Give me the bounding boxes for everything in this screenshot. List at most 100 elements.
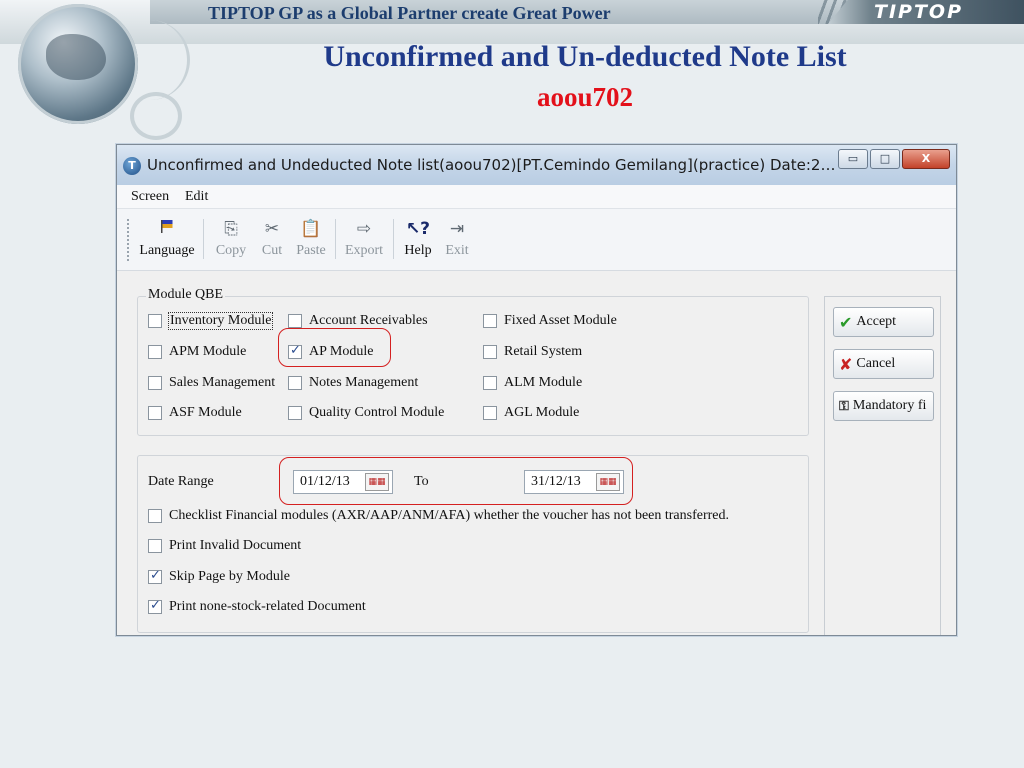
exit-door-icon: ⇥ <box>449 219 465 239</box>
cut-button[interactable]: ✂ Cut <box>257 217 287 259</box>
chk-checklist-financial-modules[interactable]: Checklist Financial modules (AXR/AAP/ANM… <box>148 508 729 524</box>
app-logo-icon: T <box>123 157 141 175</box>
minimize-button[interactable]: ▭ <box>838 149 868 169</box>
checkbox-label: Quality Control Module <box>309 405 445 420</box>
chk-quality-control-module[interactable]: Quality Control Module <box>288 405 444 421</box>
paste-label: Paste <box>296 243 326 258</box>
toolbar-grip[interactable] <box>127 219 130 261</box>
checkbox[interactable] <box>148 406 162 420</box>
copy-icon: ⎘ <box>224 219 238 239</box>
export-button[interactable]: ⇨ Export <box>341 217 387 259</box>
checkbox[interactable] <box>288 376 302 390</box>
form-content: Module QBE Inventory Module Account Rece… <box>117 272 956 635</box>
chk-asf-module[interactable]: ASF Module <box>148 405 242 421</box>
checkbox-checked[interactable] <box>148 598 162 614</box>
date-range-label: Date Range <box>148 474 214 489</box>
checkbox[interactable] <box>148 509 162 523</box>
help-pointer-icon: ↖? <box>405 219 431 239</box>
chk-print-none-stock-related-document[interactable]: Print none-stock-related Document <box>148 598 366 615</box>
checkbox[interactable] <box>148 539 162 553</box>
accept-button[interactable]: ✔ Accept <box>833 307 934 337</box>
accept-label: Accept <box>856 314 897 329</box>
highlight-date-range <box>279 457 633 505</box>
menu-screen[interactable]: Screen <box>131 189 169 205</box>
chk-apm-module[interactable]: APM Module <box>148 344 246 360</box>
window-caption-buttons: ▭ □ X <box>838 149 950 169</box>
chk-print-invalid-document[interactable]: Print Invalid Document <box>148 538 301 554</box>
checkbox[interactable] <box>148 345 162 359</box>
menu-bar: Screen Edit <box>117 185 956 209</box>
tiptop-logo: TIPTOP <box>874 1 963 23</box>
checkbox[interactable] <box>483 345 497 359</box>
paste-button[interactable]: 📋 Paste <box>293 217 329 259</box>
clipboard-icon: 📋 <box>300 219 322 239</box>
highlight-ap-module <box>278 328 391 367</box>
export-icon: ⇨ <box>356 219 372 239</box>
checkbox-label: Account Receivables <box>309 313 428 328</box>
mandatory-fields-button[interactable]: ⚿ Mandatory fi <box>833 391 934 421</box>
toolbar-separator <box>335 219 336 259</box>
help-label: Help <box>404 243 432 258</box>
chk-sales-management[interactable]: Sales Management <box>148 375 275 391</box>
cross-icon: ✘ <box>839 354 853 374</box>
checkbox-label: AGL Module <box>504 405 580 420</box>
cancel-label: Cancel <box>856 356 896 371</box>
checkbox[interactable] <box>483 314 497 328</box>
slide-title: Unconfirmed and Un-deducted Note List <box>323 40 847 73</box>
copy-button[interactable]: ⎘ Copy <box>213 217 249 259</box>
menu-edit[interactable]: Edit <box>185 189 208 205</box>
checkbox[interactable] <box>148 314 162 328</box>
checkbox-checked[interactable] <box>148 568 162 584</box>
brand-tagline: TIPTOP GP as a Global Partner create Gre… <box>208 3 611 23</box>
module-qbe-group: Module QBE Inventory Module Account Rece… <box>137 287 809 436</box>
checkbox[interactable] <box>148 376 162 390</box>
toolbar-separator <box>203 219 204 259</box>
help-button[interactable]: ↖? Help <box>401 217 435 259</box>
exit-button[interactable]: ⇥ Exit <box>441 217 473 259</box>
copy-label: Copy <box>215 243 247 258</box>
checkbox[interactable] <box>288 406 302 420</box>
close-button[interactable]: X <box>902 149 950 169</box>
chk-fixed-asset-module[interactable]: Fixed Asset Module <box>483 313 617 329</box>
chk-skip-page-by-module[interactable]: Skip Page by Module <box>148 568 290 585</box>
checkbox-label: ASF Module <box>169 405 242 420</box>
toolbar: Language ⎘ Copy ✂ Cut 📋 Paste ⇨ Export ↖… <box>117 209 956 271</box>
language-button[interactable]: Language <box>139 217 195 259</box>
window-titlebar[interactable]: T Unconfirmed and Undeducted Note list(a… <box>117 145 956 185</box>
cut-label: Cut <box>261 243 283 258</box>
checkbox-label: APM Module <box>169 344 247 359</box>
checkmark-icon: ✔ <box>839 312 853 332</box>
chk-retail-system[interactable]: Retail System <box>483 344 582 360</box>
checkbox-label: Sales Management <box>169 375 276 390</box>
checkbox-label: Fixed Asset Module <box>504 313 617 328</box>
checkbox-label: Skip Page by Module <box>169 569 290 584</box>
checkbox[interactable] <box>483 406 497 420</box>
export-label: Export <box>344 243 384 258</box>
slide-subtitle: aoou702 <box>536 82 634 112</box>
chk-agl-module[interactable]: AGL Module <box>483 405 579 421</box>
chk-alm-module[interactable]: ALM Module <box>483 375 582 391</box>
flag-icon <box>139 217 195 241</box>
window-title: Unconfirmed and Undeducted Note list(aoo… <box>147 156 837 174</box>
checkbox-label: ALM Module <box>504 375 583 390</box>
checkbox-label: Notes Management <box>309 375 419 390</box>
mandatory-label: Mandatory fi <box>852 398 927 413</box>
app-window: T Unconfirmed and Undeducted Note list(a… <box>116 144 957 636</box>
scissors-icon: ✂ <box>264 219 280 239</box>
module-qbe-legend: Module QBE <box>146 287 226 303</box>
cancel-button[interactable]: ✘ Cancel <box>833 349 934 379</box>
action-panel: ✔ Accept ✘ Cancel ⚿ Mandatory fi <box>824 296 941 635</box>
chk-notes-management[interactable]: Notes Management <box>288 375 418 391</box>
checkbox-label: Inventory Module <box>167 312 274 330</box>
key-icon: ⚿ <box>839 398 849 414</box>
chk-account-receivables[interactable]: Account Receivables <box>288 313 428 329</box>
checkbox[interactable] <box>288 314 302 328</box>
checkbox[interactable] <box>483 376 497 390</box>
chk-inventory-module[interactable]: Inventory Module <box>148 312 274 330</box>
checkbox-label: Print Invalid Document <box>169 538 302 553</box>
checkbox-label: Checklist Financial modules (AXR/AAP/ANM… <box>169 508 730 523</box>
toolbar-separator <box>393 219 394 259</box>
maximize-button[interactable]: □ <box>870 149 900 169</box>
checkbox-label: Print none-stock-related Document <box>169 599 366 614</box>
exit-label: Exit <box>445 243 469 258</box>
